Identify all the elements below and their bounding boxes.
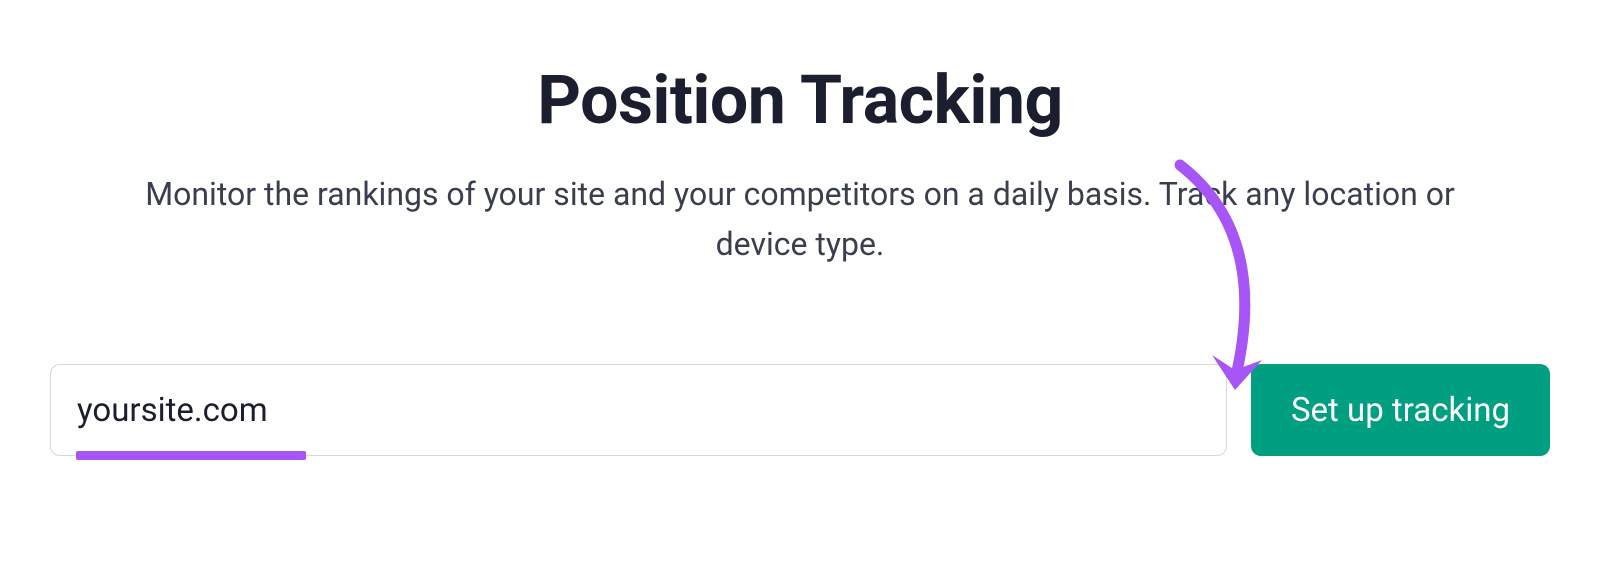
domain-input[interactable]: [50, 364, 1227, 456]
page-title: Position Tracking: [537, 60, 1063, 140]
annotation-underline: [76, 451, 306, 460]
setup-tracking-button[interactable]: Set up tracking: [1251, 364, 1550, 456]
tracking-form-row: Set up tracking: [40, 364, 1560, 456]
page-subtitle: Monitor the rankings of your site and yo…: [100, 170, 1500, 269]
domain-input-wrapper: [50, 364, 1227, 456]
position-tracking-hero: Position Tracking Monitor the rankings o…: [40, 60, 1560, 456]
